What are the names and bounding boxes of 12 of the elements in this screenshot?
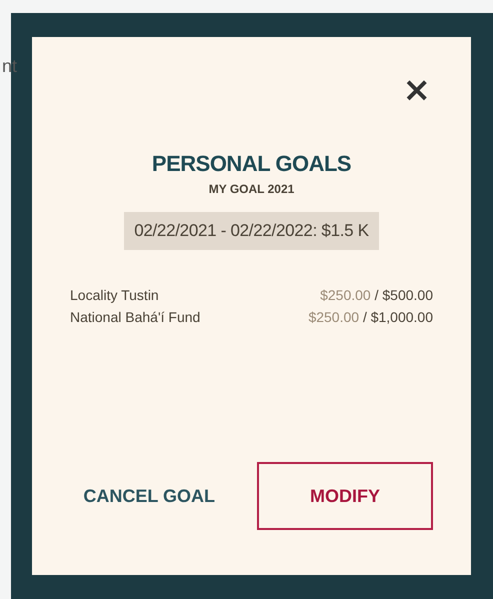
goal-period: 02/22/2021 - 02/22/2022: $1.5 K: [124, 212, 379, 250]
goal-amount: / $500.00: [374, 287, 433, 303]
fund-name: National Bahá'í Fund: [70, 309, 200, 325]
dialog-title: PERSONAL GOALS: [152, 151, 352, 177]
paid-amount: $250.00: [320, 287, 371, 303]
goal-amount: / $1,000.00: [362, 309, 433, 325]
fund-name: Locality Tustin: [70, 287, 159, 303]
modify-button[interactable]: MODIFY: [257, 462, 433, 530]
close-button[interactable]: ×: [402, 75, 431, 105]
paid-amount: $250.00: [308, 309, 360, 325]
goal-subtitle: MY GOAL 2021: [208, 182, 294, 196]
cancel-button[interactable]: CANCEL GOAL: [77, 484, 221, 508]
